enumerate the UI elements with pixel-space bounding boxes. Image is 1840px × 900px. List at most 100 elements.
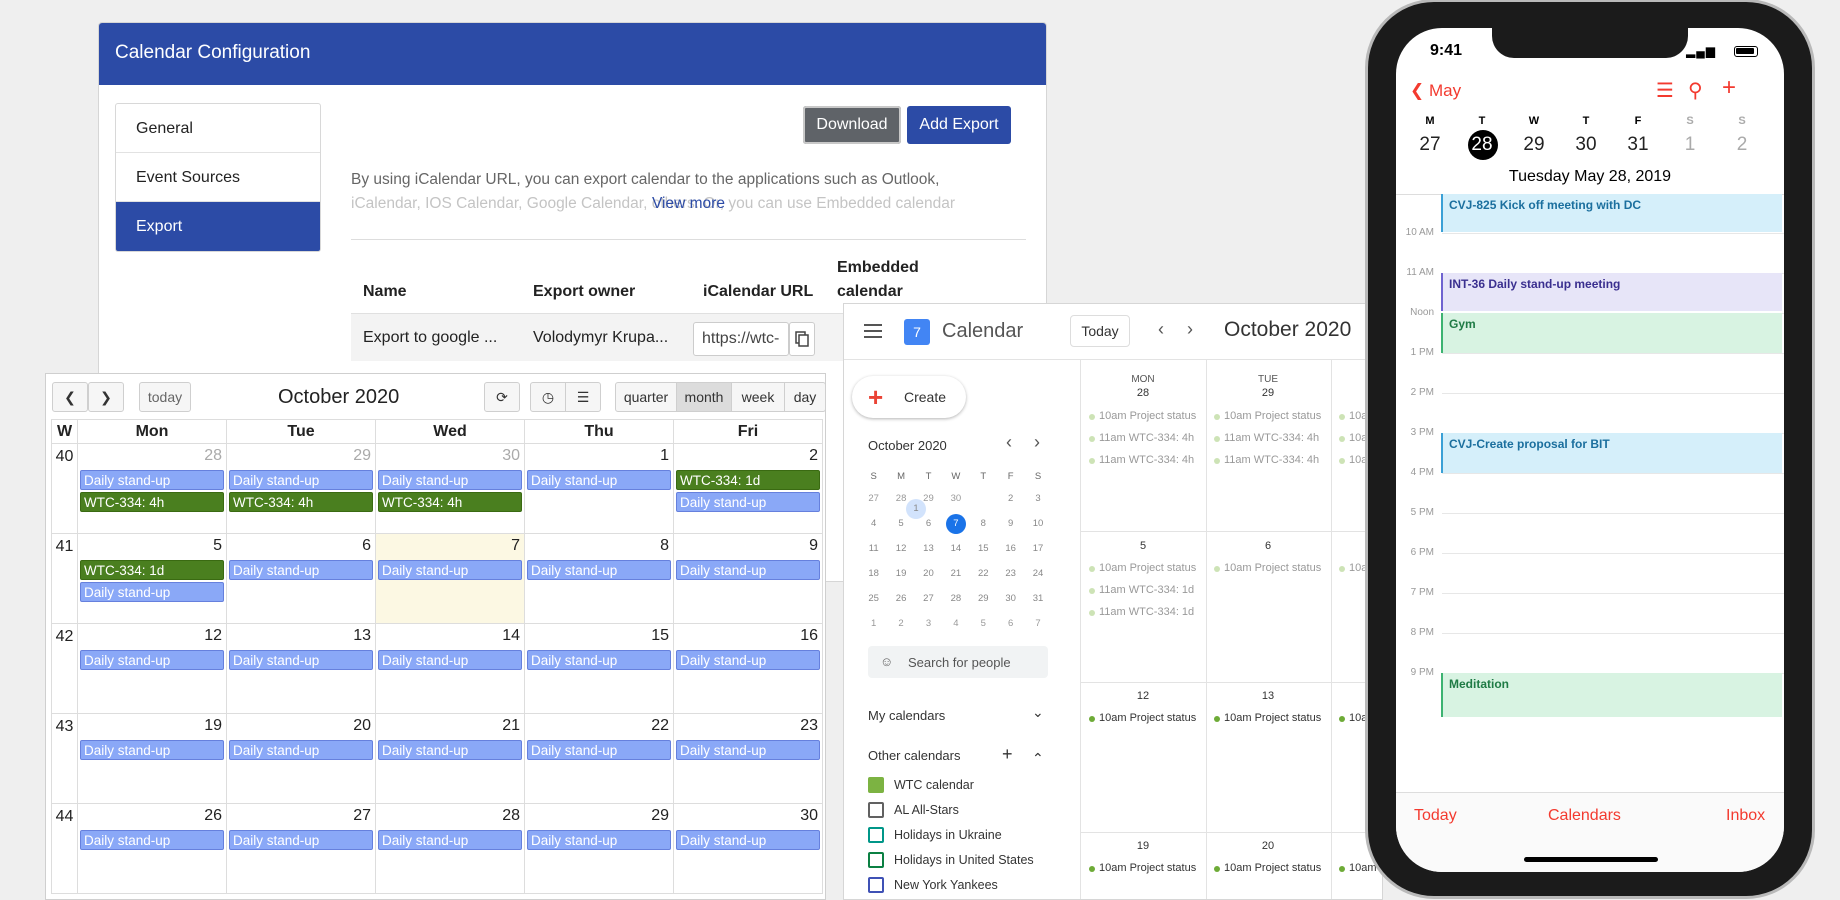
mini-day[interactable]: 3 [915, 611, 942, 636]
calendar-event[interactable]: WTC-334: 1d [676, 470, 820, 490]
mini-day[interactable]: 27 [915, 586, 942, 611]
calendar-event[interactable]: Daily stand-up [378, 650, 522, 670]
calendar-event[interactable]: Daily stand-up [80, 470, 224, 490]
mini-day[interactable]: 21 [942, 561, 969, 586]
day-cell[interactable]: 6 Daily stand-up [226, 533, 376, 624]
list-view-button[interactable]: ☰ [565, 382, 601, 412]
day-cell[interactable]: 28 Daily stand-up WTC-334: 4h [77, 443, 227, 534]
calendar-event[interactable]: Daily stand-up [527, 560, 671, 580]
mini-day[interactable]: 7 [1024, 611, 1051, 636]
day-cell[interactable]: 29 Daily stand-up [524, 803, 674, 894]
calendar-event[interactable]: Daily stand-up [378, 830, 522, 850]
calendar-checkbox[interactable] [868, 877, 884, 893]
mini-day[interactable]: 16 [997, 536, 1024, 561]
calendar-event[interactable]: Daily stand-up [676, 830, 820, 850]
day-cell[interactable]: 9 Daily stand-up [673, 533, 823, 624]
mini-day[interactable]: 29 [970, 586, 997, 611]
mini-day[interactable]: 5 [970, 611, 997, 636]
event-chip[interactable]: 10am Project status [1089, 862, 1196, 874]
calendar-event[interactable]: Daily stand-up [229, 470, 373, 490]
mini-day[interactable]: 24 [1024, 561, 1051, 586]
search-icon[interactable]: ⚲ [1688, 78, 1703, 103]
add-icon[interactable]: + [1722, 74, 1736, 102]
add-calendar-icon[interactable]: + [1002, 744, 1013, 765]
day-cell[interactable]: 28 Daily stand-up [375, 803, 525, 894]
mini-day[interactable]: 13 [915, 536, 942, 561]
calendar-list-item[interactable]: WTC calendar [868, 777, 974, 796]
calendar-event[interactable]: Daily stand-up [676, 650, 820, 670]
week-date[interactable]: 29 [1514, 134, 1554, 156]
week-date[interactable]: 1 [1670, 134, 1710, 156]
calendar-list-item[interactable]: Holidays in United States [868, 852, 1034, 871]
today-button[interactable]: today [139, 382, 191, 412]
calendar-list-item[interactable]: AL All-Stars [868, 802, 959, 821]
calendar-event[interactable]: Daily stand-up [676, 492, 820, 512]
day-event[interactable]: CVJ-825 Kick off meeting with DC [1441, 194, 1782, 232]
mini-day[interactable]: 12 [887, 536, 914, 561]
day-cell[interactable]: 5 WTC-334: 1d Daily stand-up [77, 533, 227, 624]
mini-day[interactable]: 2 [997, 486, 1024, 511]
calendar-checkbox[interactable] [868, 802, 884, 818]
day-cell[interactable]: 29 Daily stand-up WTC-334: 4h [226, 443, 376, 534]
icalendar-url-field[interactable]: https://wtc- [693, 322, 789, 356]
view-quarter-button[interactable]: quarter [615, 382, 677, 412]
day-cell[interactable]: 27 Daily stand-up [226, 803, 376, 894]
mini-day[interactable]: 14 [942, 536, 969, 561]
main-menu-icon[interactable] [864, 324, 882, 338]
chevron-up-icon[interactable]: ⌃ [1032, 750, 1044, 767]
calendar-event[interactable]: Daily stand-up [378, 740, 522, 760]
day-cell[interactable]: 13 Daily stand-up [226, 623, 376, 714]
back-button[interactable]: ❮ May [1410, 81, 1461, 101]
tab-today[interactable]: Today [1414, 807, 1457, 825]
week-date[interactable]: 28 [1462, 130, 1502, 160]
event-chip[interactable]: 11am WTC-334: 4h [1089, 454, 1194, 466]
chevron-left-icon[interactable]: ‹ [1158, 319, 1164, 340]
mini-day[interactable]: 25 [860, 586, 887, 611]
calendar-event[interactable]: Daily stand-up [676, 560, 820, 580]
gcal-today-button[interactable]: Today [1070, 315, 1130, 347]
day-cell[interactable]: 22 Daily stand-up [524, 713, 674, 804]
day-cell[interactable]: 1 Daily stand-up [524, 443, 674, 534]
event-chip[interactable]: 11am WTC-334: 4h [1214, 454, 1319, 466]
week-date[interactable]: 2 [1722, 134, 1762, 156]
chevron-down-icon[interactable]: ⌄ [1032, 704, 1044, 721]
event-chip[interactable]: 11am WTC-334: 4h [1089, 432, 1194, 444]
day-event[interactable]: Meditation [1441, 673, 1782, 717]
calendar-checkbox[interactable] [868, 827, 884, 843]
event-chip[interactable]: 10am Project status [1214, 712, 1321, 724]
event-chip[interactable]: 10am Project status [1214, 562, 1321, 574]
mini-day[interactable]: 30 [942, 486, 969, 511]
day-cell[interactable]: 7 Daily stand-up [375, 533, 525, 624]
week-date[interactable]: 31 [1618, 134, 1658, 156]
view-day-button[interactable]: day [784, 382, 825, 412]
mini-day[interactable]: 4 [942, 611, 969, 636]
calendar-event[interactable]: Daily stand-up [676, 740, 820, 760]
calendar-event[interactable]: Daily stand-up [80, 582, 224, 602]
calendar-checkbox[interactable] [868, 852, 884, 868]
search-people-input[interactable]: ☺ Search for people [868, 646, 1048, 678]
calendar-event[interactable]: Daily stand-up [229, 560, 373, 580]
day-cell[interactable]: 20 Daily stand-up [226, 713, 376, 804]
day-event[interactable]: Gym [1441, 313, 1782, 353]
copy-icon[interactable] [789, 322, 815, 356]
download-button[interactable]: Download [803, 106, 901, 144]
tab-calendars[interactable]: Calendars [1548, 807, 1621, 825]
sidebar-item-export[interactable]: Export [116, 202, 320, 251]
tab-inbox[interactable]: Inbox [1726, 807, 1765, 825]
event-chip[interactable]: 10am Project status [1214, 410, 1321, 422]
week-date[interactable]: 27 [1410, 134, 1450, 156]
day-cell[interactable]: 23 Daily stand-up [673, 713, 823, 804]
mini-day[interactable]: 22 [970, 561, 997, 586]
event-chip[interactable]: 10am Project status [1089, 712, 1196, 724]
mini-day[interactable]: 6 [997, 611, 1024, 636]
mini-day[interactable]: 3 [1024, 486, 1051, 511]
view-more-link[interactable]: View more [652, 195, 725, 213]
calendar-event[interactable]: Daily stand-up [229, 740, 373, 760]
mini-prev-icon[interactable]: ‹ [1006, 432, 1012, 453]
next-month-button[interactable]: ❯ [88, 382, 124, 412]
day-cell[interactable]: 15 Daily stand-up [524, 623, 674, 714]
mini-day[interactable]: 4 [860, 511, 887, 536]
calendar-event[interactable]: WTC-334: 1d [80, 560, 224, 580]
calendar-event[interactable]: Daily stand-up [229, 830, 373, 850]
event-chip[interactable]: 10am Project status [1214, 862, 1321, 874]
